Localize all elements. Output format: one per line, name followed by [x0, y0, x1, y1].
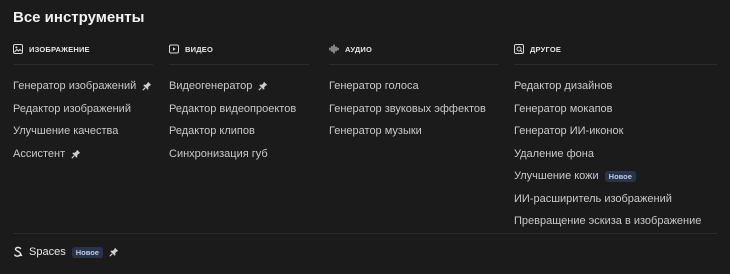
tool-sfx-generator[interactable]: Генератор звуковых эффектов — [329, 98, 499, 121]
divider — [13, 233, 717, 234]
tool-clip-editor[interactable]: Редактор клипов — [169, 120, 309, 143]
new-badge: Новое — [604, 170, 636, 182]
column-image: ИЗОБРАЖЕНИЕ Генератор изображений Редакт… — [13, 40, 153, 165]
column-heading: ВИДЕО — [185, 44, 213, 54]
tool-label: Редактор изображений — [13, 102, 131, 115]
tool-label: Улучшение кожи — [514, 170, 599, 183]
tool-label: Генератор мокапов — [514, 102, 613, 115]
tool-label: Генератор звуковых эффектов — [329, 102, 486, 115]
tool-ai-image-expander[interactable]: ИИ-расширитель изображений — [514, 188, 717, 211]
tool-mockup-generator[interactable]: Генератор мокапов — [514, 98, 717, 121]
tool-skin-enhancer[interactable]: Улучшение кожи Новое — [514, 165, 717, 188]
column-heading: АУДИО — [345, 44, 372, 54]
tool-voice-generator[interactable]: Генератор голоса — [329, 75, 499, 98]
pin-icon[interactable] — [109, 247, 119, 257]
tool-label: Генератор изображений — [13, 80, 137, 93]
divider — [13, 64, 153, 65]
tool-assistant[interactable]: Ассистент — [13, 143, 153, 166]
tool-image-generator[interactable]: Генератор изображений — [13, 75, 153, 98]
tool-sketch-to-image[interactable]: Превращение эскиза в изображение — [514, 210, 717, 233]
tool-label: ИИ-расширитель изображений — [514, 192, 672, 205]
tool-label: Генератор ИИ-иконок — [514, 125, 624, 138]
tool-design-editor[interactable]: Редактор дизайнов — [514, 75, 717, 98]
tool-label: Удаление фона — [514, 147, 594, 160]
spaces-label: Spaces — [29, 246, 66, 258]
divider — [329, 64, 499, 65]
column-heading: ДРУГОЕ — [530, 44, 562, 54]
tool-label: Редактор видеопроектов — [169, 102, 297, 115]
column-other: ДРУГОЕ Редактор дизайнов Генератор мокап… — [514, 40, 717, 233]
tool-label: Редактор дизайнов — [514, 80, 613, 93]
tool-label: Генератор голоса — [329, 80, 419, 93]
tool-image-editor[interactable]: Редактор изображений — [13, 98, 153, 121]
other-tools-icon — [514, 44, 524, 54]
tool-video-generator[interactable]: Видеогенератор — [169, 75, 309, 98]
divider — [169, 64, 309, 65]
tool-label: Генератор музыки — [329, 125, 422, 138]
new-badge: Новое — [71, 246, 103, 258]
tool-label: Видеогенератор — [169, 80, 253, 93]
audio-wave-icon — [329, 44, 339, 54]
column-header: ВИДЕО — [169, 40, 309, 58]
pin-icon[interactable] — [71, 149, 81, 159]
tool-video-project-editor[interactable]: Редактор видеопроектов — [169, 98, 309, 121]
tool-music-generator[interactable]: Генератор музыки — [329, 120, 499, 143]
divider — [514, 64, 717, 65]
image-icon — [13, 44, 23, 54]
tool-upscaler[interactable]: Улучшение качества — [13, 120, 153, 143]
tool-label: Ассистент — [13, 147, 66, 160]
tool-label: Редактор клипов — [169, 125, 255, 138]
page-title: Все инструменты — [13, 9, 145, 26]
tool-ai-icon-generator[interactable]: Генератор ИИ-иконок — [514, 120, 717, 143]
column-video: ВИДЕО Видеогенератор Редактор видеопроек… — [169, 40, 309, 165]
tool-label: Синхронизация губ — [169, 147, 268, 160]
column-audio: АУДИО Генератор голоса Генератор звуковы… — [329, 40, 499, 143]
spaces-link[interactable]: Spaces Новое — [13, 246, 119, 258]
tool-label: Улучшение качества — [13, 125, 119, 138]
column-header: АУДИО — [329, 40, 499, 58]
tool-label: Превращение эскиза в изображение — [514, 215, 702, 228]
column-header: ИЗОБРАЖЕНИЕ — [13, 40, 153, 58]
tool-background-remover[interactable]: Удаление фона — [514, 143, 717, 166]
pin-icon[interactable] — [142, 81, 152, 91]
spaces-icon — [13, 246, 23, 258]
column-heading: ИЗОБРАЖЕНИЕ — [29, 44, 90, 54]
column-header: ДРУГОЕ — [514, 40, 717, 58]
video-icon — [169, 44, 179, 54]
pin-icon[interactable] — [258, 81, 268, 91]
tool-lip-sync[interactable]: Синхронизация губ — [169, 143, 309, 166]
